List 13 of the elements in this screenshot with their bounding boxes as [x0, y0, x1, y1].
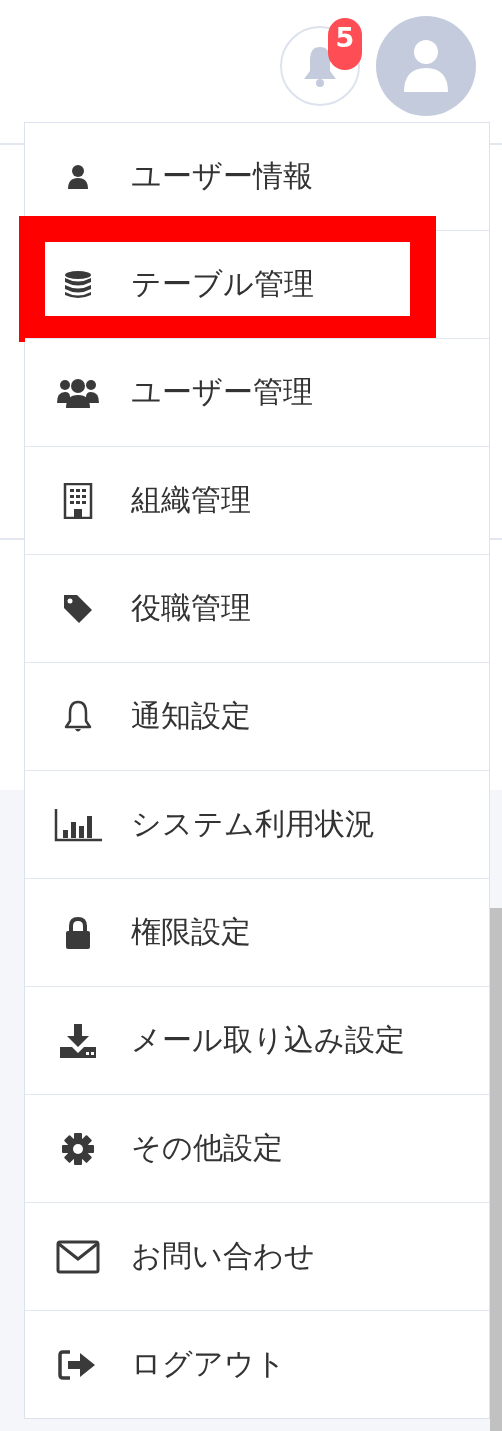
- scrollbar-thumb[interactable]: [490, 908, 502, 1431]
- lock-icon: [64, 915, 92, 950]
- gear-icon: [61, 1131, 95, 1166]
- user-icon: [402, 38, 450, 94]
- users-icon: [56, 376, 100, 409]
- bar-chart-icon: [54, 807, 102, 842]
- building-icon: [63, 482, 93, 519]
- database-icon: [63, 269, 93, 300]
- user-icon: [67, 163, 89, 190]
- download-icon: [58, 1022, 98, 1059]
- tag-icon: [62, 592, 94, 625]
- notification-badge: 5: [328, 18, 362, 70]
- envelope-icon: [56, 1239, 100, 1274]
